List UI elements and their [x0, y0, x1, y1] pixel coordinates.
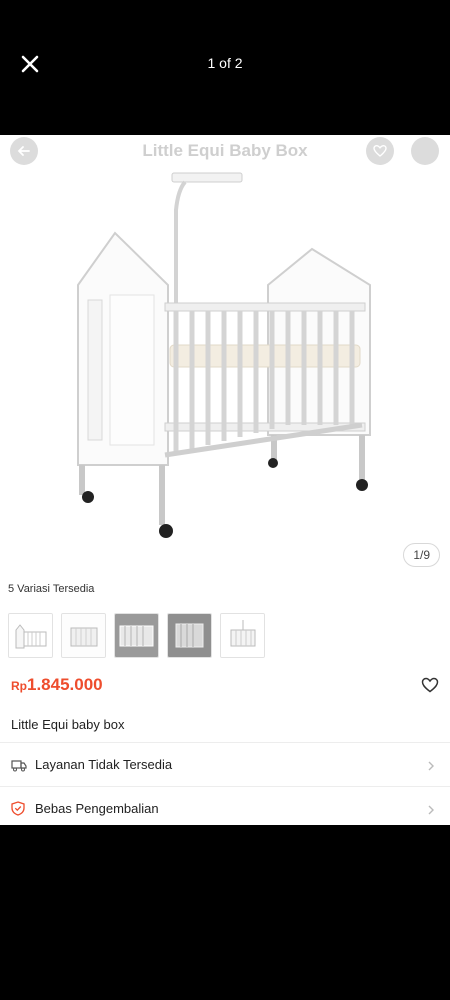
heart-outline-icon [421, 677, 439, 693]
price-currency: Rp [11, 679, 27, 693]
product-image[interactable]: Little Equi Baby Box 1/9 [0, 135, 450, 573]
variant-thumbnail[interactable] [61, 613, 106, 658]
shipping-service-label: Layanan Tidak Tersedia [35, 757, 173, 772]
variant-thumbnail[interactable] [114, 613, 159, 658]
crib-thumbnail-image [221, 614, 264, 657]
free-return-label: Bebas Pengembalian [35, 801, 159, 816]
variant-thumbnail[interactable] [220, 613, 265, 658]
variant-thumbnail[interactable] [8, 613, 53, 658]
truck-icon [11, 757, 27, 773]
variant-thumbnail[interactable] [167, 613, 212, 658]
header-favorite-button[interactable] [366, 137, 394, 165]
price-value: 1.845.000 [27, 675, 103, 694]
free-return-row[interactable]: Bebas Pengembalian [0, 786, 450, 825]
baby-crib-image [77, 172, 371, 538]
crib-thumbnail-image [115, 614, 158, 657]
chevron-right-icon [426, 759, 436, 771]
image-viewer-footer [0, 825, 450, 1000]
image-counter: 1 of 2 [207, 55, 243, 71]
more-button[interactable] [411, 137, 439, 165]
favorite-button[interactable] [420, 675, 440, 695]
heart-icon [373, 144, 387, 157]
product-sheet: Little Equi Baby Box 1/9 5 Variasi Terse… [0, 135, 450, 825]
crib-thumbnail-image [9, 614, 52, 657]
shield-icon [11, 801, 27, 817]
gallery-page-indicator: 1/9 [403, 543, 440, 567]
product-name: Little Equi baby box [11, 717, 125, 732]
product-price: Rp1.845.000 [11, 675, 103, 695]
chevron-right-icon [426, 803, 436, 815]
shipping-service-row[interactable]: Layanan Tidak Tersedia [0, 742, 450, 786]
crib-thumbnail-image [62, 614, 105, 657]
variants-available-label: 5 Variasi Tersedia [8, 583, 95, 595]
variant-thumbnails [8, 613, 265, 658]
image-viewer-header: 1 of 2 [0, 0, 450, 135]
crib-thumbnail-image [168, 614, 211, 657]
